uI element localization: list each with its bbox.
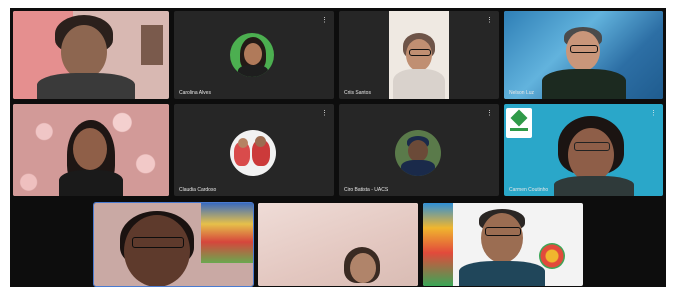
participant-face: [481, 213, 523, 263]
participant-tile[interactable]: ⋮ Carolina Alves: [174, 11, 334, 99]
participant-avatar: [230, 130, 276, 176]
logo: [506, 108, 532, 138]
door-background: [141, 25, 163, 65]
participant-face: [568, 128, 614, 182]
participant-face: [61, 25, 107, 79]
participant-avatar: [230, 33, 274, 77]
participant-name: Ciro Batista - UACS: [344, 187, 389, 193]
participant-name: Carmen Coutinho: [509, 187, 549, 193]
participant-tile[interactable]: [13, 11, 169, 99]
participant-tile[interactable]: ⋮ Ciro Batista - UACS: [339, 104, 499, 196]
colorful-background: [423, 203, 453, 286]
participant-avatar: [395, 130, 441, 176]
participant-tile[interactable]: [258, 203, 418, 286]
poster-background: [201, 203, 253, 263]
video-grid: ⋮ Carolina Alves ⋮ Criis Santos Nelson L…: [10, 8, 666, 287]
participant-face: [350, 253, 376, 283]
participant-face: [73, 128, 107, 170]
more-options-icon[interactable]: ⋮: [486, 17, 493, 24]
participant-face: [124, 215, 190, 286]
more-options-icon[interactable]: ⋮: [321, 110, 328, 117]
participant-tile-active-speaker[interactable]: [93, 202, 254, 287]
participant-tile[interactable]: ⋮ Claudia Cardoso: [174, 104, 334, 196]
more-options-icon[interactable]: ⋮: [321, 17, 328, 24]
more-options-icon[interactable]: ⋮: [486, 110, 493, 117]
participant-name: Criis Santos: [344, 90, 371, 96]
wall-background: [258, 203, 418, 286]
more-options-icon[interactable]: ⋮: [650, 110, 657, 117]
participant-name: Carolina Alves: [179, 90, 211, 96]
participant-tile[interactable]: [13, 104, 169, 196]
participant-tile[interactable]: ⋮ Criis Santos: [339, 11, 499, 99]
participant-name: Nelson Luz: [509, 90, 535, 96]
participant-video: [389, 11, 449, 99]
participant-tile[interactable]: Nelson Luz: [504, 11, 663, 99]
participant-tile[interactable]: [423, 203, 583, 286]
decoration: [539, 243, 565, 269]
participant-tile[interactable]: ⋮ Carmen Coutinho: [504, 104, 663, 196]
participant-name: Claudia Cardoso: [179, 187, 217, 193]
